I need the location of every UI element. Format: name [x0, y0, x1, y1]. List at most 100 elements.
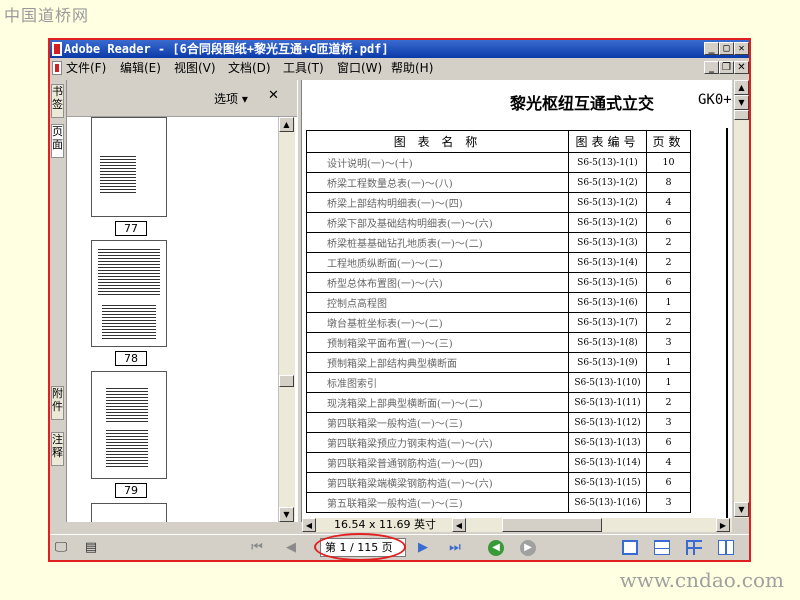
menu-help[interactable]: 帮助(H): [391, 58, 433, 78]
drawing-index-table: 图 表 名 称 图表编号 页数 设计说明(一)～(十) S6-5(13)-1(1)…: [306, 130, 691, 513]
table-cell-code: S6-5(13)-1(4): [568, 252, 647, 273]
continuous-layout-icon[interactable]: [654, 540, 670, 555]
scroll-down-icon[interactable]: ▼: [734, 95, 749, 110]
table-cell-pages: 2: [646, 232, 691, 253]
thumbnail-drawing: [106, 386, 148, 422]
scroll-left-icon[interactable]: ◀: [452, 518, 466, 532]
scroll-thumb[interactable]: [734, 110, 749, 120]
watermark-bottom: www.cndao.com: [619, 568, 784, 592]
table-cell-pages: 10: [646, 152, 691, 173]
table-cell-name: 标准图索引: [306, 372, 569, 393]
navigation-tabs: 书签 页面 附件 注释: [50, 80, 67, 522]
scroll-down-icon[interactable]: ▼: [279, 507, 294, 522]
page-thumbnail-80[interactable]: [91, 503, 167, 522]
page-icon[interactable]: ▤: [82, 539, 100, 557]
scroll-down-icon[interactable]: ▼: [734, 502, 749, 517]
page-size: 16.54 x 11.69 英寸: [334, 518, 436, 531]
minimize-button[interactable]: _: [704, 42, 719, 55]
doc-close-button[interactable]: ✕: [734, 61, 749, 74]
menu-edit[interactable]: 编辑(E): [120, 58, 161, 78]
table-cell-name: 墩台基桩坐标表(一)～(二): [306, 312, 569, 333]
previous-page-icon[interactable]: ◀: [282, 539, 300, 557]
table-cell-code: S6-5(13)-1(11): [568, 392, 647, 413]
tab-comments[interactable]: 注释: [51, 432, 64, 466]
horizontal-scrollbar[interactable]: ◀ 16.54 x 11.69 英寸 ◀ ▶: [302, 518, 732, 532]
last-page-icon[interactable]: ⏭: [446, 539, 464, 557]
table-row: 桥梁工程数量总表(一)～(八) S6-5(13)-1(2) 8: [306, 172, 691, 193]
table-row: 第四联箱梁端横梁钢筋构造(一)～(六) S6-5(13)-1(15) 6: [306, 472, 691, 493]
page-thumbnail-78[interactable]: [91, 240, 167, 347]
facing-layout-icon[interactable]: [718, 540, 734, 555]
first-page-icon[interactable]: ⏮: [248, 539, 266, 557]
column-header-pages: 页数: [646, 130, 691, 153]
thumbnail-drawing: [106, 428, 148, 468]
tab-bookmarks[interactable]: 书签: [51, 84, 64, 118]
scroll-thumb[interactable]: [279, 375, 294, 387]
scroll-thumb[interactable]: [502, 518, 602, 532]
table-row: 第五联箱梁一般构造(一)～(三) S6-5(13)-1(16) 3: [306, 492, 691, 513]
table-row: 现浇箱梁上部典型横断面(一)～(二) S6-5(13)-1(11) 2: [306, 392, 691, 413]
thumbnail-label: 77: [115, 221, 147, 236]
tab-attachments[interactable]: 附件: [51, 386, 64, 420]
thumbnail-scrollbar[interactable]: ▲ ▼: [278, 117, 295, 522]
pages-panel-header: 选项 ▾ ✕: [67, 80, 297, 117]
table-cell-code: S6-5(13)-1(12): [568, 412, 647, 433]
table-cell-code: S6-5(13)-1(16): [568, 492, 647, 513]
scroll-up-icon[interactable]: ▲: [734, 80, 749, 95]
table-cell-pages: 4: [646, 452, 691, 473]
table-cell-name: 第四联箱梁端横梁钢筋构造(一)～(六): [306, 472, 569, 493]
table-cell-name: 控制点高程图: [306, 292, 569, 313]
table-cell-code: S6-5(13)-1(3): [568, 232, 647, 253]
close-icon[interactable]: ✕: [268, 88, 279, 103]
menu-tools[interactable]: 工具(T): [283, 58, 324, 78]
thumbnail-drawing: [100, 154, 136, 194]
adobe-reader-icon: [52, 42, 62, 56]
options-menu[interactable]: 选项 ▾: [214, 90, 248, 107]
table-cell-pages: 1: [646, 352, 691, 373]
tab-pages[interactable]: 页面: [51, 124, 64, 158]
scroll-left-icon[interactable]: ◀: [302, 518, 316, 532]
close-button[interactable]: ✕: [734, 42, 749, 55]
table-cell-pages: 6: [646, 472, 691, 493]
doc-minimize-button[interactable]: _: [704, 61, 719, 74]
table-cell-pages: 6: [646, 212, 691, 233]
table-cell-pages: 6: [646, 272, 691, 293]
table-cell-name: 桥梁桩基基础钻孔地质表(一)～(二): [306, 232, 569, 253]
menu-view[interactable]: 视图(V): [174, 58, 216, 78]
window-title: Adobe Reader - [6合同段图纸+黎光互通+G匝道桥.pdf]: [64, 42, 389, 56]
scroll-right-icon[interactable]: ▶: [716, 518, 730, 532]
next-page-icon[interactable]: ▶: [414, 539, 432, 557]
maximize-button[interactable]: □: [719, 42, 734, 55]
page-number-field[interactable]: 第 1 / 115 页: [320, 538, 406, 557]
menu-file[interactable]: 文件(F): [66, 58, 106, 78]
document-scrollbar[interactable]: ▲ ▼ ▼: [733, 80, 749, 518]
table-cell-pages: 2: [646, 312, 691, 333]
title-bar[interactable]: Adobe Reader - [6合同段图纸+黎光互通+G匝道桥.pdf] _ …: [50, 40, 749, 58]
table-cell-pages: 2: [646, 252, 691, 273]
table-cell-pages: 3: [646, 492, 691, 513]
continuous-facing-icon[interactable]: [686, 540, 702, 555]
single-page-layout-icon[interactable]: [622, 540, 638, 555]
chevron-down-icon: ▾: [241, 92, 248, 106]
table-cell-pages: 8: [646, 172, 691, 193]
table-header-row: 图 表 名 称 图表编号 页数: [306, 130, 691, 153]
thumbnail-label: 78: [115, 351, 147, 366]
page-thumbnail-79[interactable]: [91, 371, 167, 479]
menu-window[interactable]: 窗口(W): [337, 58, 382, 78]
forward-icon[interactable]: ▶: [520, 540, 536, 556]
back-icon[interactable]: ◀: [488, 540, 504, 556]
doc-restore-button[interactable]: ❐: [719, 61, 734, 74]
table-cell-code: S6-5(13)-1(2): [568, 212, 647, 233]
table-cell-code: S6-5(13)-1(2): [568, 172, 647, 193]
table-cell-name: 预制箱梁上部结构典型横断面: [306, 352, 569, 373]
table-row: 预制箱梁平面布置(一)～(三) S6-5(13)-1(8) 3: [306, 332, 691, 353]
menu-document[interactable]: 文档(D): [228, 58, 271, 78]
column-header-name: 图 表 名 称: [306, 130, 569, 153]
table-cell-code: S6-5(13)-1(7): [568, 312, 647, 333]
table-row: 第四联箱梁普通钢筋构造(一)～(四) S6-5(13)-1(14) 4: [306, 452, 691, 473]
page-thumbnail-77[interactable]: [91, 117, 167, 217]
table-cell-code: S6-5(13)-1(10): [568, 372, 647, 393]
monitor-icon[interactable]: 🖵: [52, 539, 70, 557]
scroll-up-icon[interactable]: ▲: [279, 117, 294, 132]
document-icon[interactable]: [52, 61, 62, 75]
